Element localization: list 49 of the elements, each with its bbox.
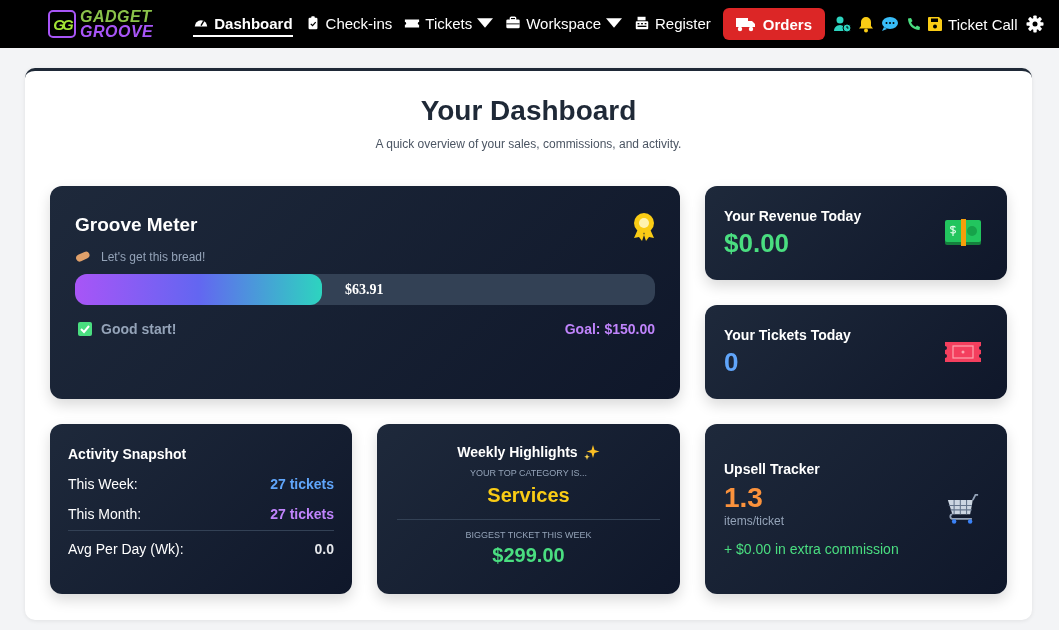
card-title: Upsell Tracker xyxy=(724,461,821,477)
logo-text: GROOVE xyxy=(80,24,154,39)
row-label: This Month: xyxy=(68,506,142,522)
row-label: This Week: xyxy=(68,476,138,492)
commission-text: + $0.00 in extra commission xyxy=(724,541,899,557)
row-value: 0.0 xyxy=(314,541,334,557)
category-label: YOUR TOP CATEGORY IS... xyxy=(469,468,587,478)
revenue-value: $0.00 xyxy=(724,227,791,259)
page-title: Your Dashboard xyxy=(419,95,638,127)
card-title: Activity Snapshot xyxy=(68,446,188,462)
ticket-call-link[interactable]: Ticket Call xyxy=(927,15,1018,33)
logo-mark: GG xyxy=(48,10,76,38)
briefcase-icon xyxy=(505,15,522,31)
tickets-value: 0 xyxy=(724,346,740,378)
upsell-unit: items/ticket xyxy=(724,514,785,528)
nav-link[interactable]: Tickets xyxy=(404,11,494,37)
upsell-value: 1.3 xyxy=(724,482,764,514)
settings-icon[interactable] xyxy=(1025,15,1044,33)
register-icon xyxy=(634,15,650,31)
orders-button[interactable]: Orders xyxy=(722,8,826,40)
status-text: Good start! xyxy=(101,321,178,337)
biggest-ticket-label: BIGGEST TICKET THIS WEEK xyxy=(465,530,592,540)
money-icon xyxy=(944,217,982,249)
row-value: 27 tickets xyxy=(270,476,334,492)
row-value: 27 tickets xyxy=(270,506,334,522)
nav-link[interactable]: Workspace xyxy=(505,11,622,37)
logo-text: GADGET xyxy=(80,9,153,24)
nav-link[interactable]: Check-ins xyxy=(304,11,393,37)
card-title: Your Tickets Today xyxy=(724,326,851,343)
user-clock-icon[interactable] xyxy=(833,15,852,33)
bread-icon xyxy=(75,251,91,263)
top-category: Services xyxy=(487,484,570,507)
row-label: Avg Per Day (Wk): xyxy=(68,541,184,557)
chat-icon[interactable] xyxy=(881,15,900,33)
tagline: Let's get this bread! xyxy=(101,250,206,264)
truck-icon xyxy=(735,16,756,32)
progress-amount: $63.91 xyxy=(345,281,384,298)
card-title: Your Revenue Today xyxy=(724,207,862,224)
goal-text: Goal: $150.00 xyxy=(564,321,655,337)
biggest-ticket-value: $299.00 xyxy=(492,544,565,567)
bell-icon[interactable] xyxy=(857,15,876,33)
page-subtitle: A quick overview of your sales, commissions, and activity. xyxy=(374,137,683,151)
checkbox-icon xyxy=(78,322,92,336)
card-title: Groove Meter xyxy=(75,214,198,236)
award-icon xyxy=(632,212,656,242)
nav-link[interactable]: Dashboard xyxy=(193,11,293,37)
nav-link[interactable]: Register xyxy=(634,11,711,37)
sparkles-icon xyxy=(583,444,600,460)
card-title: Weekly Highlights xyxy=(457,444,578,460)
